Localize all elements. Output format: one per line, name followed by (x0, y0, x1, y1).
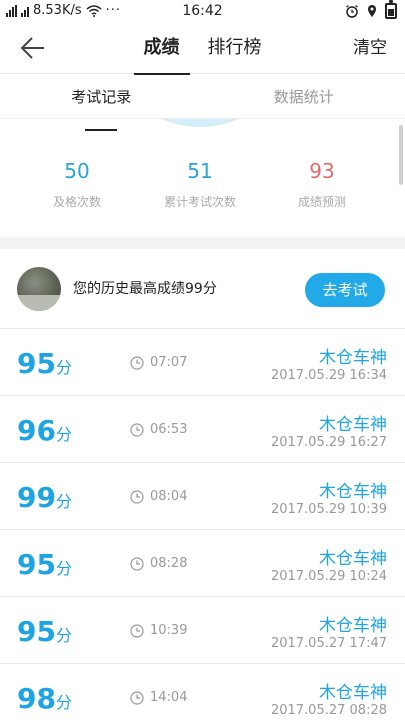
battery-icon (385, 0, 397, 19)
tab-data-stats[interactable]: 数据统计 (203, 75, 405, 118)
record-item[interactable]: 99分 08:04 木仓车神 2017.05.29 10:39 (0, 463, 405, 530)
avatar (17, 267, 61, 311)
duration-text: 07:07 (150, 355, 188, 370)
record-date: 2017.05.29 16:27 (270, 435, 387, 450)
clock-icon (130, 422, 144, 437)
score-unit: 分 (55, 358, 72, 377)
stat-value: 51 (187, 159, 213, 183)
record-date: 2017.05.29 16:34 (270, 368, 387, 383)
record-score: 96分 (17, 414, 72, 447)
score-unit: 分 (55, 559, 72, 578)
score-number: 95 (17, 615, 56, 648)
score-number: 95 (17, 548, 56, 581)
record-username: 木仓车神 (319, 616, 387, 636)
record-item[interactable]: 95分 07:07 木仓车神 2017.05.29 16:34 (0, 329, 405, 396)
score-number: 98 (17, 682, 56, 715)
tab-exam-records-label: 考试记录 (71, 75, 131, 131)
score-number: 96 (17, 414, 56, 447)
record-duration: 08:04 (130, 489, 187, 504)
nav-tabs: 成绩 排行榜 (0, 22, 405, 75)
score-unit: 分 (55, 425, 72, 444)
go-exam-button[interactable]: 去考试 (305, 273, 385, 307)
stat-label: 成绩预测 (297, 195, 346, 209)
best-score-text: 您的历史最高成绩99分 (73, 281, 217, 297)
record-username: 木仓车神 (319, 482, 387, 502)
record-duration: 08:28 (130, 556, 187, 571)
record-date: 2017.05.29 10:24 (270, 569, 387, 584)
record-item[interactable]: 98分 14:04 木仓车神 2017.05.27 08:28 (0, 664, 405, 720)
record-duration: 07:07 (130, 355, 187, 370)
record-score: 98分 (17, 682, 72, 715)
clock-icon (130, 690, 144, 705)
clock-icon (130, 489, 144, 504)
record-score: 95分 (17, 615, 72, 648)
score-number: 95 (17, 347, 56, 380)
record-item[interactable]: 95分 08:28 木仓车神 2017.05.29 10:24 (0, 530, 405, 597)
record-duration: 10:39 (130, 623, 187, 638)
clock-icon (130, 556, 144, 571)
record-duration: 06:53 (130, 422, 187, 437)
stat-value: 93 (309, 159, 335, 183)
record-date: 2017.05.29 10:39 (270, 502, 387, 517)
record-duration: 14:04 (130, 690, 187, 705)
location-icon (368, 5, 376, 17)
alarm-icon (346, 4, 358, 18)
score-unit: 分 (55, 693, 72, 712)
record-username: 木仓车神 (319, 549, 387, 569)
clear-button[interactable]: 清空 (353, 22, 387, 74)
status-bar: 8.53K/s ··· 16:42 (0, 0, 405, 22)
stat-total-exams: 51 累计考试次数 (140, 159, 260, 210)
record-list: 95分 07:07 木仓车神 2017.05.29 16:34 96分 06:5… (0, 329, 405, 720)
score-unit: 分 (55, 626, 72, 645)
record-item[interactable]: 95分 10:39 木仓车神 2017.05.27 17:47 (0, 597, 405, 664)
duration-text: 06:53 (150, 422, 188, 437)
stat-label: 及格次数 (52, 195, 101, 209)
stats-panel: 50 及格次数 51 累计考试次数 93 成绩预测 (0, 119, 405, 237)
stat-label: 累计考试次数 (163, 195, 236, 209)
record-username: 木仓车神 (319, 415, 387, 435)
clock-icon (130, 355, 144, 370)
sub-tabs: 考试记录 数据统计 (0, 75, 405, 131)
record-date: 2017.05.27 08:28 (270, 703, 387, 718)
best-score-row: 您的历史最高成绩99分 去考试 (0, 249, 405, 329)
stat-pass-count: 50 及格次数 (17, 159, 137, 210)
duration-text: 08:28 (150, 556, 188, 571)
tab-score[interactable]: 成绩 (133, 22, 190, 75)
duration-text: 10:39 (150, 623, 188, 638)
record-score: 95分 (17, 548, 72, 581)
score-unit: 分 (55, 492, 72, 511)
duration-text: 14:04 (150, 690, 188, 705)
top-nav: 成绩 排行榜 清空 (0, 22, 405, 75)
clock-icon (130, 623, 144, 638)
status-right (345, 0, 397, 19)
record-username: 木仓车神 (319, 348, 387, 368)
record-score: 99分 (17, 481, 72, 514)
section-divider (0, 237, 405, 249)
record-score: 95分 (17, 347, 72, 380)
record-date: 2017.05.27 17:47 (270, 636, 387, 651)
score-number: 99 (17, 481, 56, 514)
stat-score-prediction: 93 成绩预测 (262, 159, 382, 210)
record-item[interactable]: 96分 06:53 木仓车神 2017.05.29 16:27 (0, 396, 405, 463)
stat-value: 50 (64, 159, 90, 183)
tab-exam-records[interactable]: 考试记录 (0, 75, 203, 131)
duration-text: 08:04 (150, 489, 188, 504)
record-username: 木仓车神 (319, 683, 387, 703)
tab-ranking[interactable]: 排行榜 (208, 22, 262, 74)
